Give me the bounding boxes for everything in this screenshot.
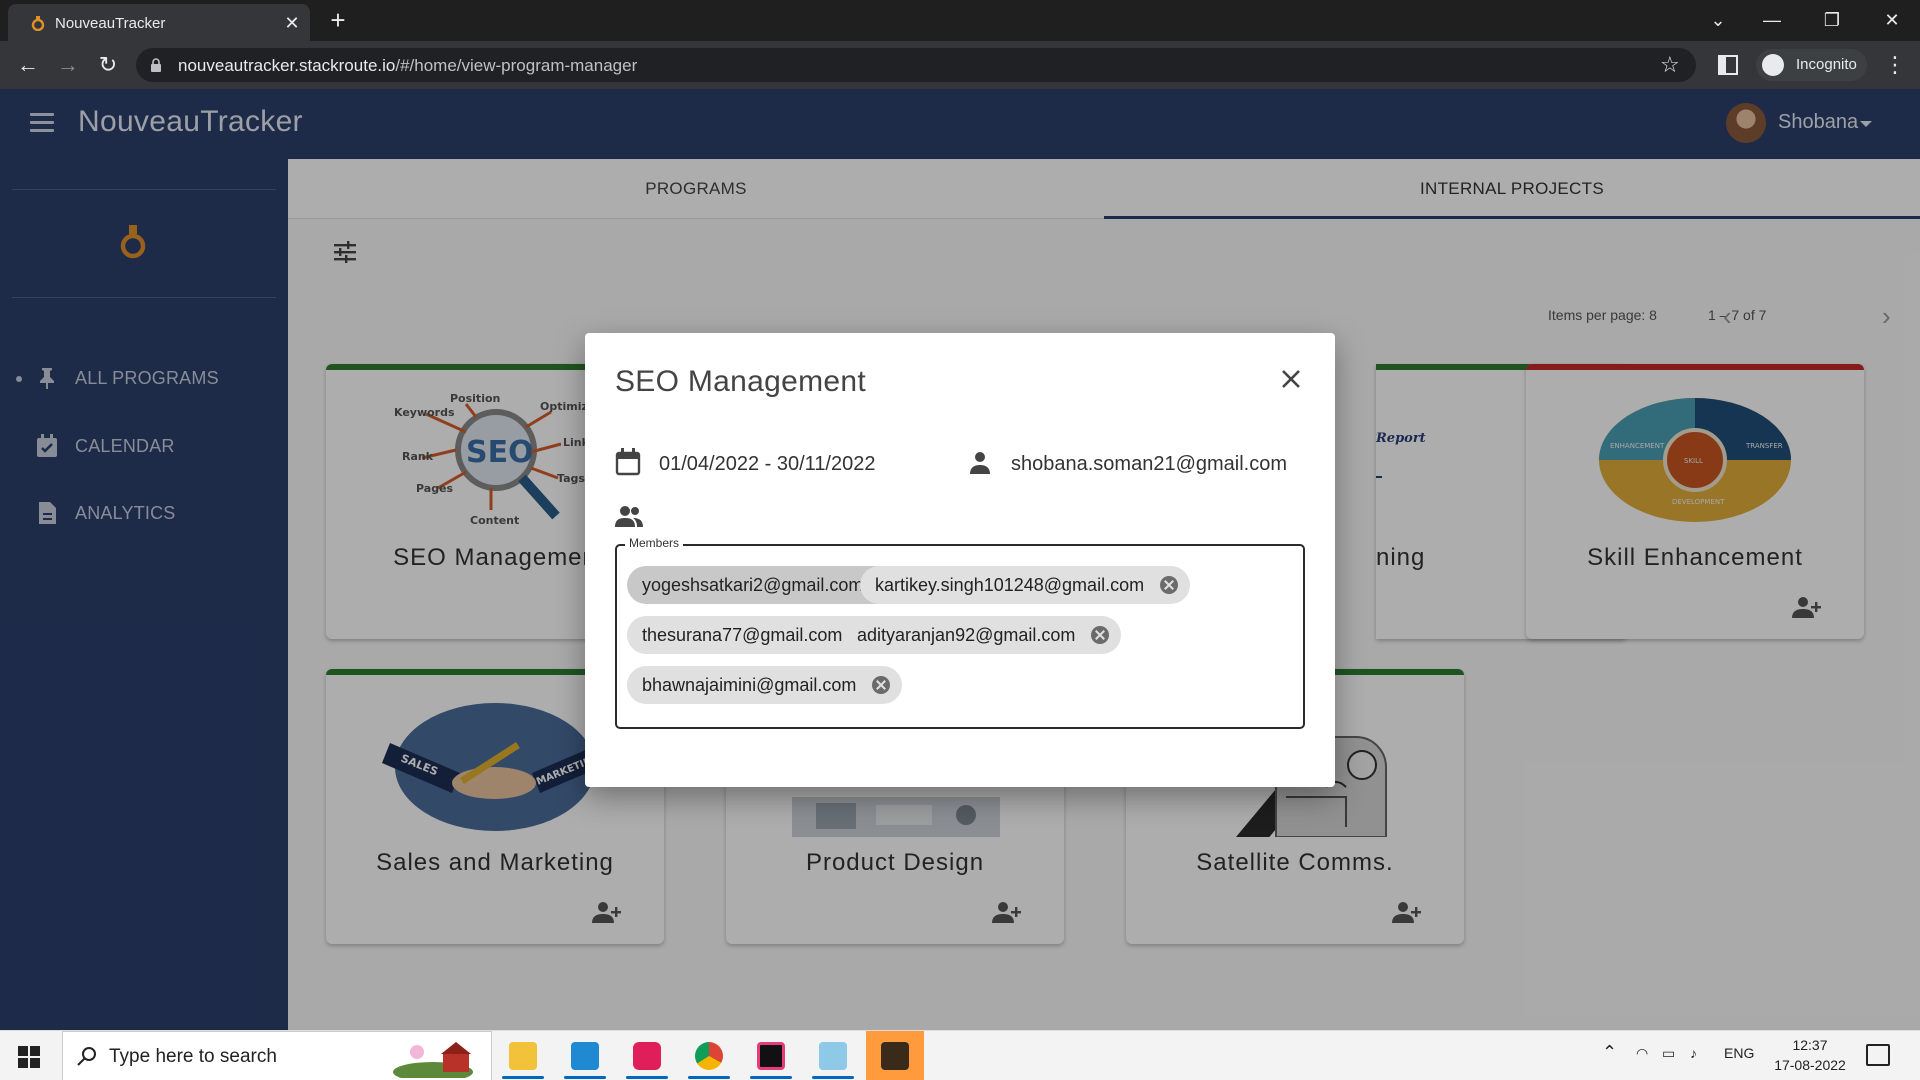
calendar-icon [615,448,641,476]
members-label: Members [625,536,684,550]
browser-tab[interactable]: NouveauTracker ✕ [8,4,310,41]
program-date-range: 01/04/2022 - 30/11/2022 [659,453,876,475]
windows-taskbar: Type here to search ⌃ ◠ ▭ ♪ ENG 12:37 17… [0,1030,1920,1080]
notes-icon [819,1042,847,1070]
address-bar[interactable]: nouveautracker.stackroute.io/#/home/view… [136,48,1696,82]
members-chip-list[interactable]: Members yogeshsatkari2@gmail.com kartike… [615,536,1305,729]
taskbar-vscode[interactable] [556,1031,614,1080]
windows-start-icon[interactable] [18,1046,40,1068]
forward-icon[interactable]: → [54,51,82,79]
remove-chip-icon[interactable] [1091,626,1110,644]
minimize-icon[interactable]: — [1752,6,1792,34]
reload-icon[interactable]: ↻ [94,51,122,79]
notifications-icon[interactable] [1866,1044,1890,1066]
browser-toolbar: ← → ↻ nouveautracker.stackroute.io/#/hom… [0,41,1920,89]
back-icon[interactable]: ← [14,51,42,79]
running-indicator [626,1076,668,1079]
program-details-dialog: SEO Management 01/04/2022 - 30/11/2022 s… [585,333,1335,787]
side-panel-icon[interactable] [1718,55,1738,75]
member-chip[interactable]: kartikey.singh101248@gmail.com [860,566,1191,604]
mail-icon [881,1042,909,1070]
member-chip[interactable]: adityaranjan92@gmail.com [842,616,1122,654]
battery-icon[interactable]: ▭ [1662,1045,1675,1062]
member-chip[interactable]: bhawnajaimini@gmail.com [627,666,903,704]
taskbar-notes[interactable] [804,1031,862,1080]
dialog-title: SEO Management [615,365,866,398]
running-indicator [812,1076,854,1079]
incognito-icon [1762,54,1784,76]
group-icon [615,506,643,527]
taskbar-mail[interactable] [866,1031,924,1080]
close-icon[interactable] [1277,365,1305,393]
intellij-icon [757,1042,785,1070]
clock-date: 17-08-2022 [1774,1057,1846,1073]
clock-time: 12:37 [1792,1037,1828,1053]
running-indicator [750,1076,792,1079]
slack-icon [633,1042,661,1070]
folder-icon [509,1042,537,1070]
system-clock[interactable]: 12:37 17-08-2022 [1760,1035,1860,1075]
network-icon[interactable]: ◠ [1636,1045,1648,1062]
running-indicator [564,1076,606,1079]
new-tab-icon[interactable]: + [326,7,350,33]
tab-title: NouveauTracker [55,15,166,32]
taskbar-chrome[interactable] [680,1031,738,1080]
taskbar-search[interactable]: Type here to search [62,1031,492,1080]
browser-menu-icon[interactable]: ⋮ [1884,51,1906,79]
tab-close-icon[interactable]: ✕ [282,13,302,33]
taskbar-intellij[interactable] [742,1031,800,1080]
taskbar-slack[interactable] [618,1031,676,1080]
incognito-badge[interactable]: Incognito [1756,49,1867,81]
search-icon [77,1047,96,1066]
remove-chip-icon[interactable] [1160,576,1179,594]
bookmark-star-icon[interactable]: ☆ [1660,54,1682,76]
program-owner-email: shobana.soman21@gmail.com [1011,453,1288,475]
window-close-icon[interactable]: ✕ [1872,6,1912,34]
search-highlight-icon [393,1042,473,1078]
running-indicator [502,1076,544,1079]
app-favicon-icon [31,16,45,31]
volume-icon[interactable]: ♪ [1690,1045,1697,1061]
remove-chip-icon[interactable] [872,676,891,694]
taskbar-file-explorer[interactable] [494,1031,552,1080]
person-icon [970,452,990,474]
vscode-icon [571,1042,599,1070]
search-placeholder: Type here to search [109,1046,277,1067]
chrome-icon [695,1042,723,1070]
browser-tabbar: NouveauTracker ✕ + ⌄ — ❐ ✕ [0,0,1920,41]
running-indicator [688,1076,730,1079]
url-text: nouveautracker.stackroute.io/#/home/view… [178,56,638,75]
lock-icon [151,58,161,72]
restore-icon[interactable]: ❐ [1812,6,1852,34]
chevron-up-icon[interactable]: ⌃ [1602,1042,1617,1063]
language-indicator[interactable]: ENG [1724,1045,1754,1061]
tab-search-icon[interactable]: ⌄ [1698,6,1738,34]
